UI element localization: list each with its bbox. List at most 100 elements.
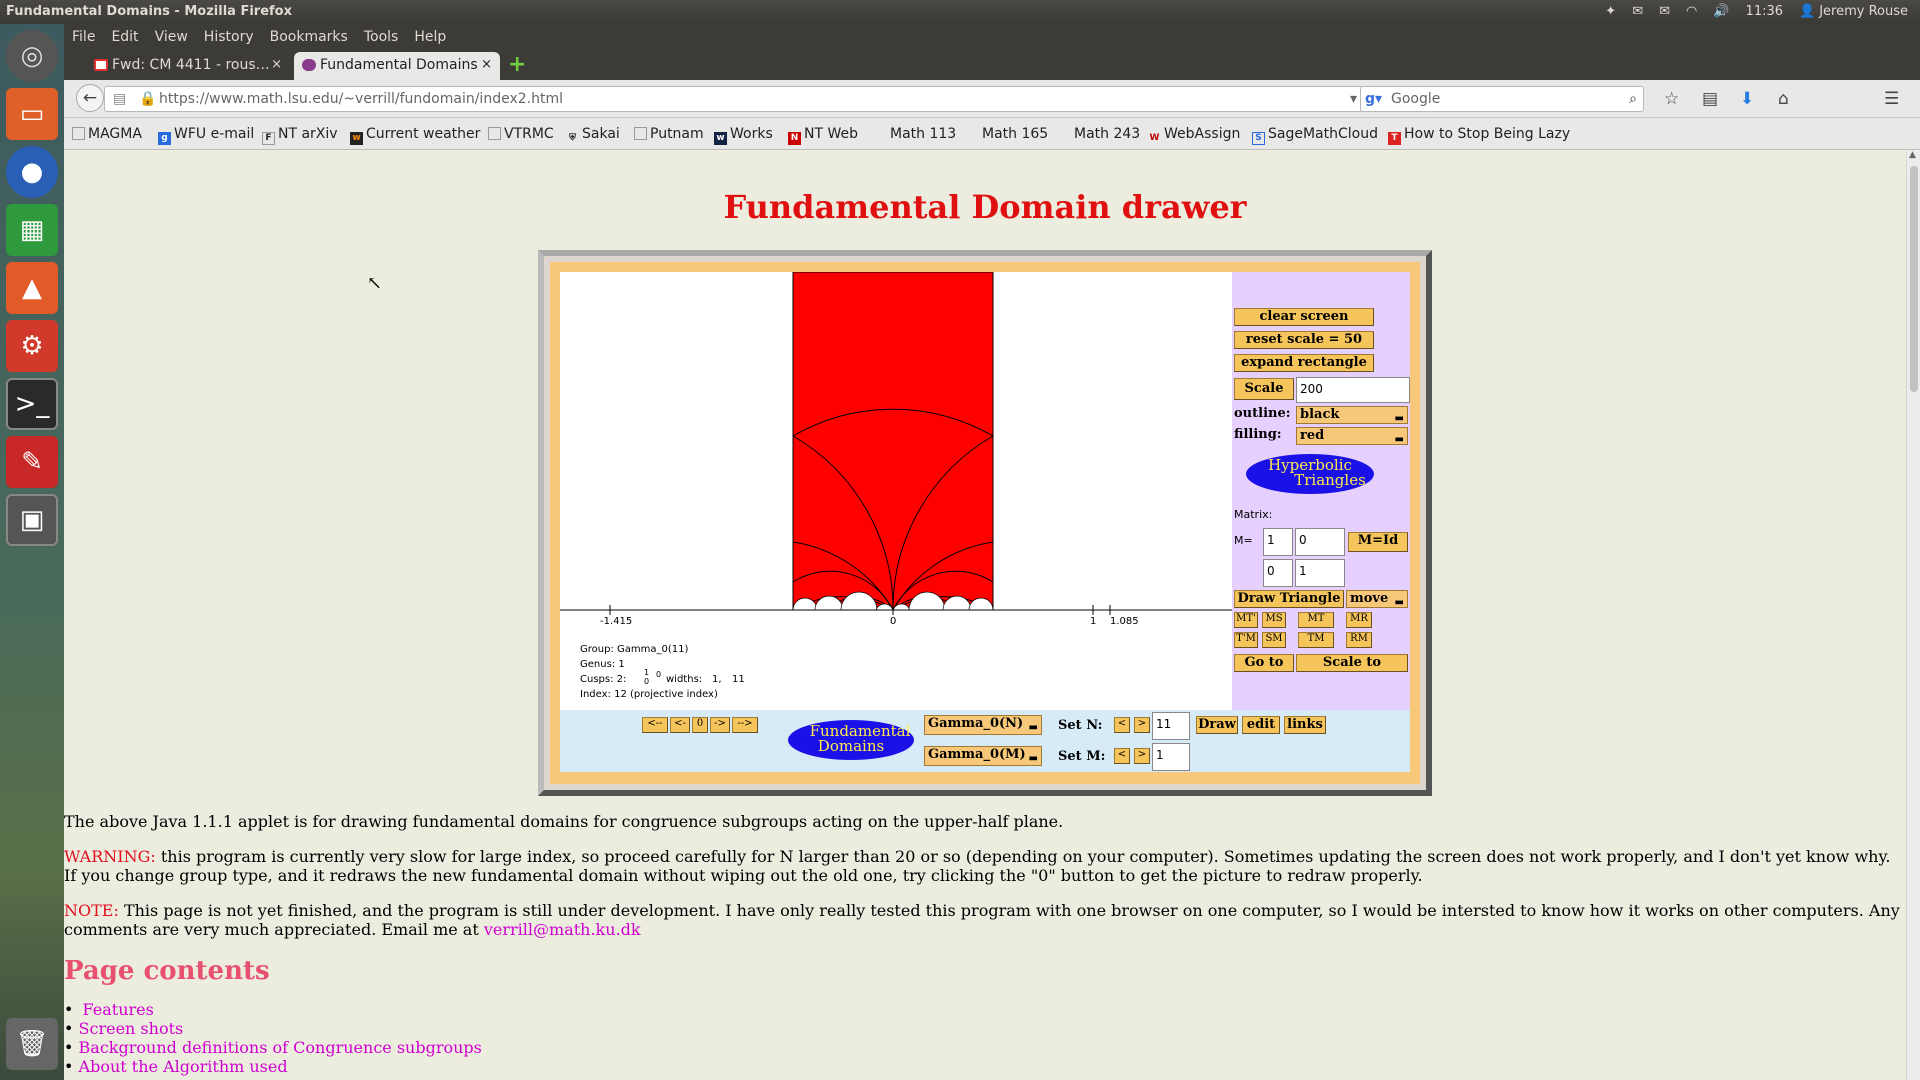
first-button[interactable]: <-- (642, 717, 668, 733)
sm-button[interactable]: SM (1262, 632, 1286, 648)
scrollbar-thumb[interactable] (1910, 166, 1918, 392)
search-icon[interactable]: ⌕ (1629, 87, 1637, 111)
search-bar[interactable]: g▾ Google ⌕ (1360, 86, 1644, 112)
scroll-up-icon[interactable]: ▲ (1909, 150, 1916, 160)
prev-button[interactable]: <- (670, 717, 690, 733)
matrix-m21[interactable]: 0 (1263, 559, 1293, 587)
menu-file[interactable]: File (72, 29, 95, 45)
settings-icon[interactable]: ⚙ (6, 320, 58, 372)
m-input[interactable]: 1 (1152, 743, 1190, 771)
bookmark-item[interactable]: Math 113 (890, 126, 956, 142)
bookmark-item[interactable]: g WFU e-mail (158, 126, 254, 145)
last-button[interactable]: --> (732, 717, 758, 733)
bookmark-item[interactable]: w Current weather (350, 126, 480, 145)
matrix-m22[interactable]: 1 (1295, 559, 1345, 587)
dropdown-icon[interactable]: ▾ (1350, 87, 1357, 111)
bookmark-item[interactable]: w Works (714, 126, 773, 145)
mt-prime-button[interactable]: MT' (1234, 612, 1258, 628)
drawing-canvas[interactable]: -1.415 0 1 1.085 Group: Gamma_0(11) Genu… (560, 272, 1232, 710)
menu-help[interactable]: Help (414, 29, 446, 45)
matrix-m11[interactable]: 1 (1263, 528, 1293, 556)
group-type-m-select[interactable]: Gamma_0(M) ▬ (924, 746, 1042, 766)
downloads-icon[interactable]: ⬇ (1740, 89, 1754, 109)
bookmark-item[interactable]: MAGMA (72, 126, 142, 142)
draw-triangle-button[interactable]: Draw Triangle (1234, 590, 1344, 608)
hyperbolic-triangles-button[interactable]: Hyperbolic Triangles (1246, 454, 1374, 494)
rm-button[interactable]: RM (1346, 632, 1372, 648)
tab-email[interactable]: Fwd: CM 4411 - rous… × (86, 52, 290, 80)
files-icon[interactable]: ▭ (6, 88, 58, 140)
email-link[interactable]: verrill@math.ku.dk (484, 920, 641, 939)
go-to-button[interactable]: Go to (1234, 654, 1294, 672)
menu-edit[interactable]: Edit (111, 29, 138, 45)
menu-bookmarks[interactable]: Bookmarks (270, 29, 348, 45)
trash-icon[interactable]: 🗑 (6, 1018, 58, 1070)
m-id-button[interactable]: M=Id (1348, 532, 1408, 552)
identity-icon[interactable]: ▤ (113, 87, 126, 111)
mr-button[interactable]: MR (1346, 612, 1372, 628)
scale-to-button[interactable]: Scale to (1296, 654, 1408, 672)
reset-scale-button[interactable]: reset scale = 50 (1234, 331, 1374, 349)
software-center-icon[interactable]: ▲ (6, 262, 58, 314)
bookmark-item[interactable]: N NT Web (788, 126, 858, 145)
outline-select[interactable]: black ▬ (1296, 406, 1408, 424)
bookmark-item[interactable]: F NT arXiv (262, 126, 338, 145)
bookmark-item[interactable]: Math 165 (982, 126, 1048, 142)
tm-button[interactable]: TM (1298, 632, 1334, 648)
toc-link-background[interactable]: Background definitions of Congruence sub… (79, 1038, 482, 1057)
menu-tools[interactable]: Tools (364, 29, 399, 45)
dash-icon[interactable]: ◎ (6, 30, 58, 82)
tprime-m-button[interactable]: T'M (1234, 632, 1258, 648)
bookmark-item[interactable]: Putnam (634, 126, 704, 142)
group-type-n-select[interactable]: Gamma_0(N) ▬ (924, 715, 1042, 735)
bookmark-item[interactable]: T How to Stop Being Lazy (1388, 126, 1570, 145)
document-viewer-icon[interactable]: ✎ (6, 436, 58, 488)
increment-m-button[interactable]: > (1134, 748, 1150, 764)
clock[interactable]: 11:36 (1746, 0, 1783, 24)
page-scrollbar[interactable]: ▲ (1906, 150, 1920, 1080)
user-name[interactable]: Jeremy Rouse (1819, 0, 1908, 24)
draw-button[interactable]: Draw (1196, 716, 1238, 734)
wifi-icon[interactable]: ◠ (1686, 0, 1697, 24)
matrix-m12[interactable]: 0 (1295, 528, 1345, 556)
hamburger-menu-icon[interactable]: ☰ (1884, 89, 1899, 109)
increment-n-button[interactable]: > (1134, 717, 1150, 733)
toc-link-algorithm[interactable]: About the Algorithm used (79, 1057, 288, 1076)
clear-screen-button[interactable]: clear screen (1234, 308, 1374, 326)
ms-button[interactable]: MS (1262, 612, 1286, 628)
menu-history[interactable]: History (204, 29, 254, 45)
workspace-switcher-icon[interactable]: ▣ (6, 494, 58, 546)
toc-link-screenshots[interactable]: Screen shots (79, 1019, 184, 1038)
scale-button[interactable]: Scale (1234, 378, 1294, 400)
network-icon[interactable]: ✉ (1632, 0, 1643, 24)
bookmark-item[interactable]: ⛨ Sakai (566, 126, 620, 146)
zero-button[interactable]: 0 (692, 717, 708, 733)
mail-icon[interactable]: ✉ (1659, 0, 1670, 24)
decrement-m-button[interactable]: < (1114, 748, 1130, 764)
toc-link-features[interactable]: Features (79, 1000, 154, 1019)
links-button[interactable]: links (1284, 716, 1326, 734)
fundamental-domains-button[interactable]: Fundamental Domains (788, 720, 914, 760)
spreadsheet-icon[interactable]: ▦ (6, 204, 58, 256)
bookmark-item[interactable]: Math 243 (1074, 126, 1140, 142)
reading-list-icon[interactable]: ▤ (1702, 89, 1718, 109)
volume-icon[interactable]: 🔊 (1713, 0, 1729, 24)
home-icon[interactable]: ⌂ (1778, 89, 1789, 109)
firefox-icon[interactable]: ● (6, 146, 58, 198)
mt-button[interactable]: MT (1298, 612, 1334, 628)
expand-rectangle-button[interactable]: expand rectangle (1234, 354, 1374, 372)
next-button[interactable]: -> (710, 717, 730, 733)
dropbox-icon[interactable]: ✦ (1605, 0, 1616, 24)
close-icon[interactable]: × (271, 52, 282, 78)
bookmark-item[interactable]: W WebAssign (1148, 126, 1241, 146)
url-bar[interactable]: ▤ 🔒 https://www.math.lsu.edu/~verrill/fu… (104, 86, 1382, 112)
edit-button[interactable]: edit (1242, 716, 1280, 734)
back-icon[interactable]: ← (76, 84, 104, 112)
menu-view[interactable]: View (155, 29, 188, 45)
url-text[interactable]: https://www.math.lsu.edu/~verrill/fundom… (159, 91, 563, 107)
bookmark-item[interactable]: VTRMC (488, 126, 554, 142)
close-icon[interactable]: × (481, 52, 492, 78)
search-input[interactable]: Google (1391, 91, 1440, 107)
terminal-icon[interactable]: >_ (6, 378, 58, 430)
bookmark-star-icon[interactable]: ☆ (1664, 89, 1679, 109)
